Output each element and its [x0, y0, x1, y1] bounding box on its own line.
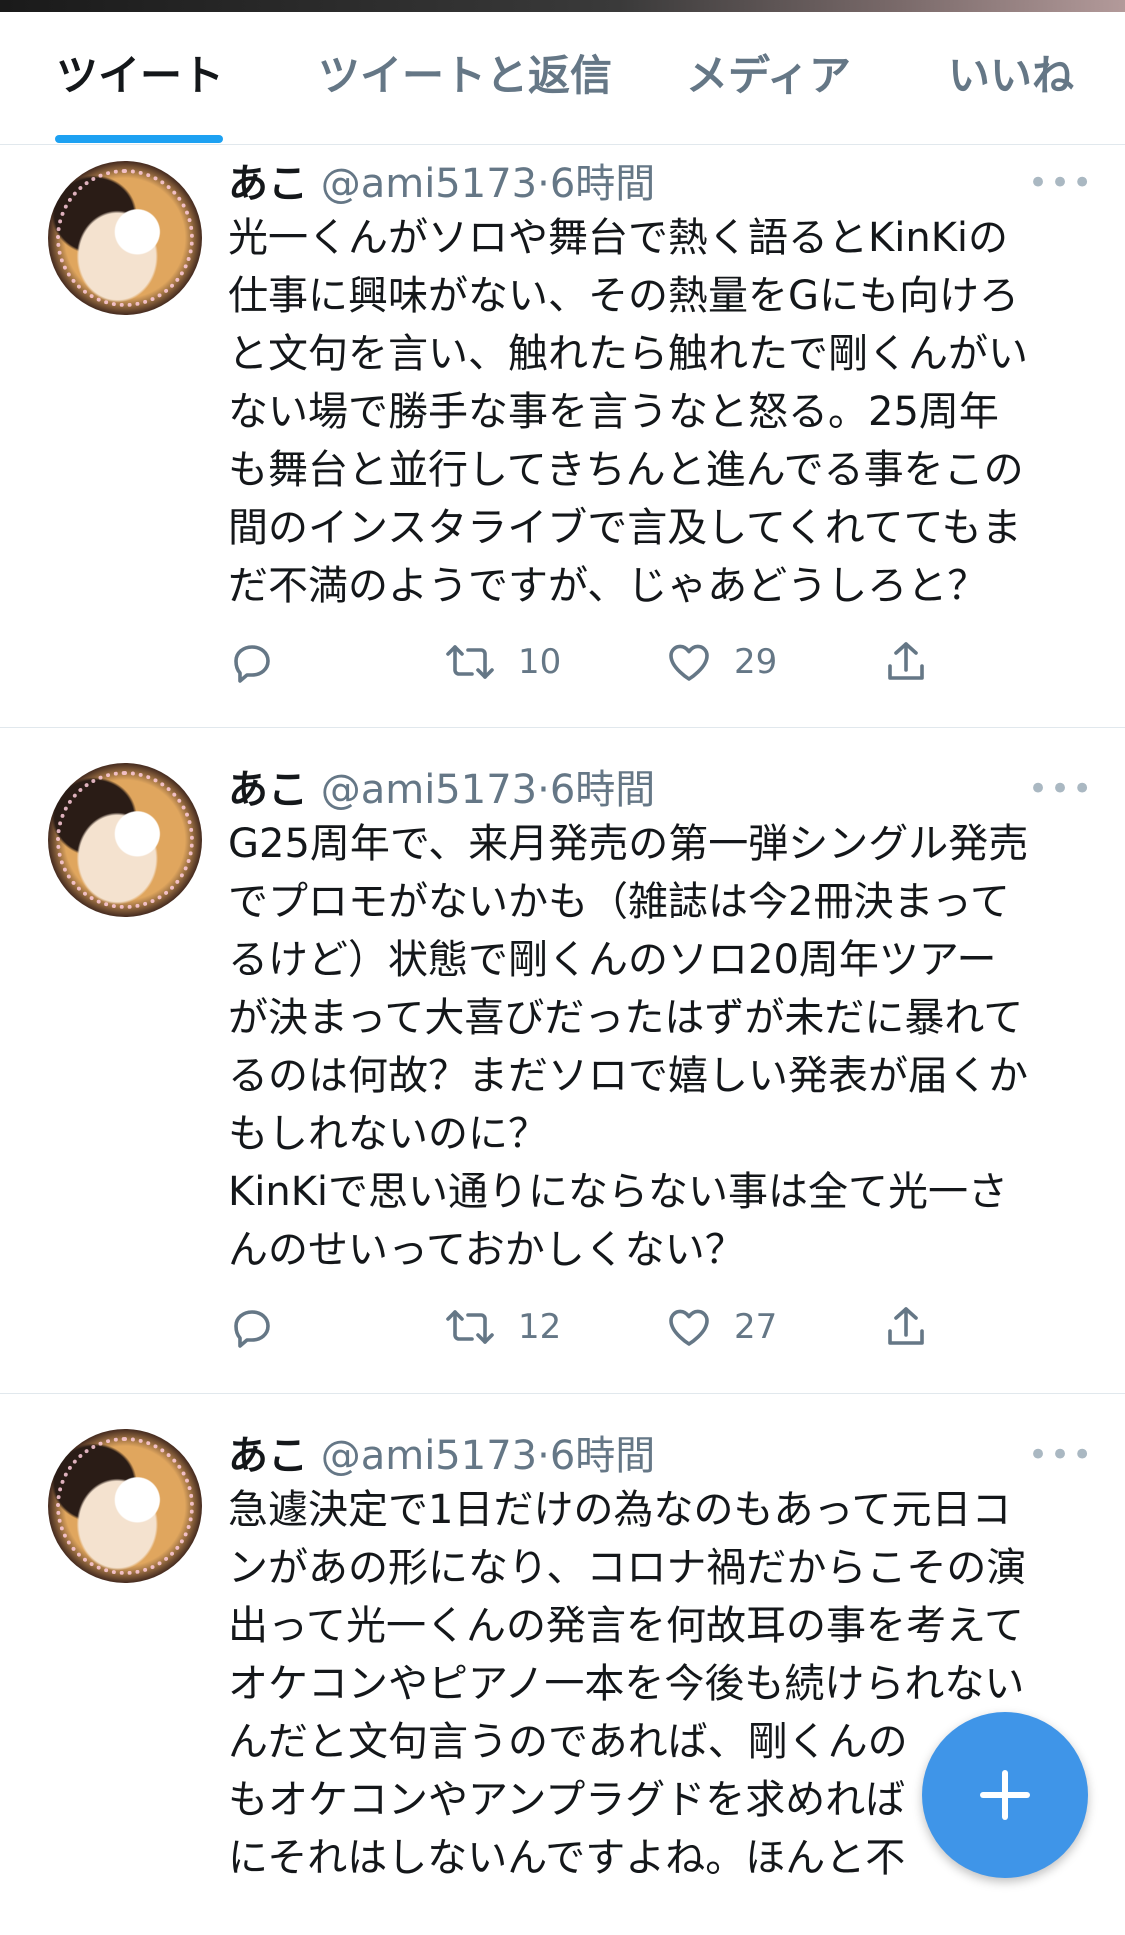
tweet-text: G25周年で、来月発売の第一弾シングル発売 でプロモがないかも（雑誌は今2冊決ま… — [228, 815, 1088, 1279]
tweet-text-line: 急遽決定で1日だけの為なのもあって元日コ — [228, 1487, 1012, 1533]
display-name[interactable]: あこ — [228, 767, 308, 813]
tweet-header: あこ @ami5173·6時間 — [228, 1423, 655, 1481]
status-bar-strip — [0, 0, 1125, 12]
tab-media[interactable]: メディア — [686, 42, 851, 103]
like-count: 29 — [734, 642, 778, 682]
retweet-icon — [446, 1310, 494, 1344]
tweet[interactable]: あこ @ami5173·6時間 ••• 光一くんがソロや舞台で熱く語るとKinK… — [0, 145, 1125, 728]
share-button[interactable] — [882, 1297, 930, 1357]
tweet-header: あこ @ami5173·6時間 — [228, 151, 655, 209]
reply-icon — [234, 1310, 270, 1348]
tweet-text-line: 出って光一くんの発言を何故耳の事を考えて — [228, 1603, 1024, 1649]
tweet-text-line: だ不満のようですが、じゃあどうしろと？ — [228, 563, 988, 609]
retweet-button[interactable]: 12 — [442, 1297, 561, 1357]
separator-dot: · — [537, 767, 550, 813]
avatar[interactable] — [48, 161, 202, 315]
tweet-text-line: オケコンやピアノ一本を今後も続けられない — [228, 1661, 1025, 1707]
avatar[interactable] — [48, 1429, 202, 1583]
timestamp[interactable]: 6時間 — [550, 1433, 655, 1479]
compose-tweet-button[interactable] — [922, 1712, 1088, 1878]
tweet-text-line: もしれないのに？ — [228, 1111, 548, 1157]
retweet-count: 10 — [518, 642, 562, 682]
tweet-actions: 12 27 — [0, 1297, 1125, 1357]
like-icon — [669, 1309, 709, 1346]
more-icon[interactable]: ••• — [1028, 769, 1094, 809]
tweet-text-line: でプロモがないかも（雑誌は今2冊決まって — [228, 879, 1010, 925]
tweet-text-line: ンがあの形になり、コロナ禍だからこその演 — [228, 1545, 1027, 1591]
like-icon — [669, 644, 709, 681]
share-button[interactable] — [882, 632, 930, 692]
tweet-text-line: KinKiで思い通りにならない事は全て光一さ — [228, 1169, 1009, 1215]
tweet-text: 光一くんがソロや舞台で熱く語るとKinKiの 仕事に興味がない、その熱量をGにも… — [228, 209, 1088, 615]
tweet-actions: 10 29 — [0, 632, 1125, 692]
share-icon — [888, 642, 924, 680]
user-handle[interactable]: @ami5173 — [321, 1433, 537, 1479]
display-name[interactable]: あこ — [228, 161, 308, 207]
retweet-button[interactable]: 10 — [442, 632, 561, 692]
avatar[interactable] — [48, 763, 202, 917]
separator-dot: · — [537, 161, 550, 207]
tweet-text-line: 仕事に興味がない、その熱量をGにも向けろ — [228, 273, 1019, 319]
reply-button[interactable] — [228, 632, 276, 692]
profile-tabs: ツイート ツイートと返信 メディア いいね — [0, 12, 1125, 145]
tweet-text-line: るけど）状態で剛くんのソロ20周年ツアー — [228, 937, 997, 983]
tweet-text-line: も舞台と並行してきちんと進んでる事をこの — [228, 447, 1024, 493]
retweet-count: 12 — [518, 1307, 562, 1347]
active-tab-indicator — [55, 135, 223, 143]
tweet-header: あこ @ami5173·6時間 — [228, 757, 655, 815]
user-handle[interactable]: @ami5173 — [321, 767, 537, 813]
tab-likes[interactable]: いいね — [948, 42, 1074, 103]
reply-button[interactable] — [228, 1297, 276, 1357]
user-handle[interactable]: @ami5173 — [321, 161, 537, 207]
tweet-text-line: 光一くんがソロや舞台で熱く語るとKinKiの — [228, 215, 1009, 261]
tweet-text-line: G25周年で、来月発売の第一弾シングル発売 — [228, 821, 1029, 867]
reply-icon — [234, 645, 270, 683]
tweet-text-line: と文句を言い、触れたら触れたで剛くんがい — [228, 331, 1028, 377]
tweet[interactable]: あこ @ami5173·6時間 ••• G25周年で、来月発売の第一弾シングル発… — [0, 727, 1125, 1394]
timestamp[interactable]: 6時間 — [550, 767, 655, 813]
retweet-icon — [446, 645, 494, 679]
share-icon — [888, 1307, 924, 1345]
more-icon[interactable]: ••• — [1028, 1435, 1094, 1475]
tweet-text-line: んのせいっておかしくない？ — [228, 1227, 745, 1273]
more-icon[interactable]: ••• — [1028, 163, 1094, 203]
tweet-text-line: が決まって大喜びだったはずが未だに暴れて — [228, 995, 1024, 1041]
compose-plus-icon — [980, 1770, 1030, 1820]
display-name[interactable]: あこ — [228, 1433, 308, 1479]
tweet-text-line: るのは何故？まだソロで嬉しい発表が届くか — [228, 1053, 1028, 1099]
tab-tweets-and-replies[interactable]: ツイートと返信 — [318, 42, 612, 103]
tab-tweets[interactable]: ツイート — [56, 42, 224, 103]
tweet-text-line: ない場で勝手な事を言うなと怒る。25周年 — [228, 389, 999, 435]
timestamp[interactable]: 6時間 — [550, 161, 655, 207]
tweet-text-line: 間のインスタライブで言及してくれててもま — [228, 505, 1022, 551]
like-button[interactable]: 29 — [664, 632, 777, 692]
separator-dot: · — [537, 1433, 550, 1479]
like-button[interactable]: 27 — [664, 1297, 777, 1357]
like-count: 27 — [734, 1307, 778, 1347]
